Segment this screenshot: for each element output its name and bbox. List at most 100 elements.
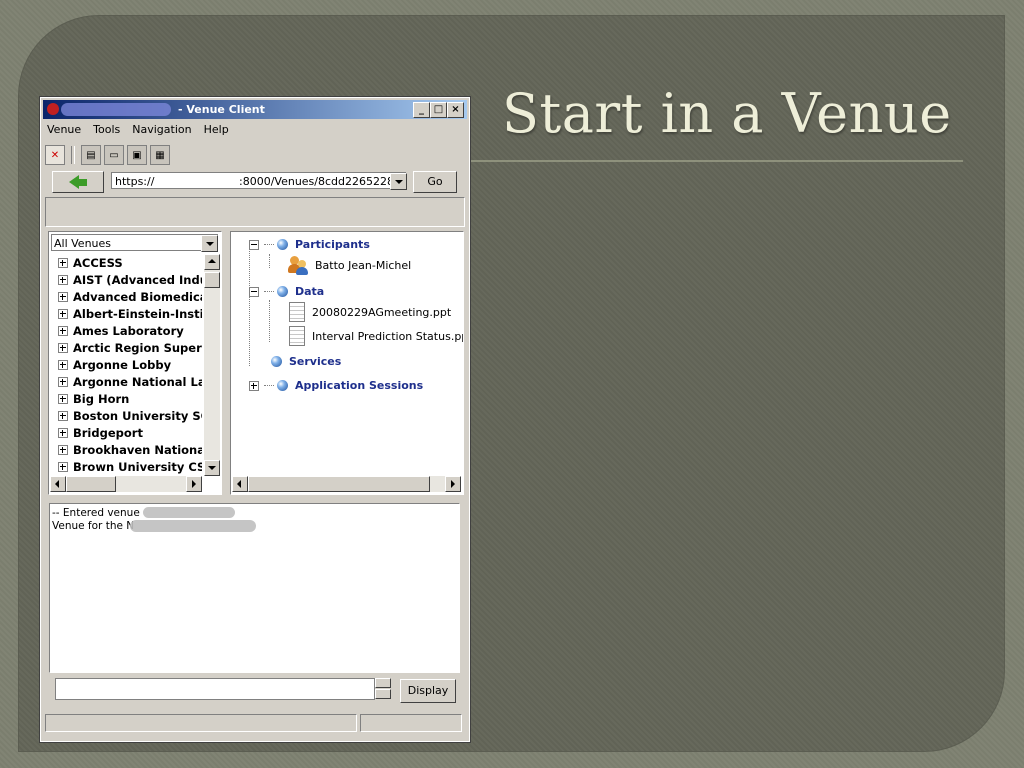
menu-navigation[interactable]: Navigation <box>132 123 191 141</box>
tree-hscroll[interactable] <box>232 476 461 492</box>
exit-venue-icon[interactable]: ✕ <box>45 145 65 165</box>
venue-name: ACCESS <box>73 255 123 270</box>
redacted-text <box>143 507 235 518</box>
minimize-button[interactable]: _ <box>413 102 430 118</box>
category-label: Application Sessions <box>295 379 424 392</box>
list-item[interactable]: Ames Laboratory <box>52 322 202 339</box>
tree-line <box>249 246 250 366</box>
back-button[interactable] <box>52 171 104 193</box>
venue-name: Brown University CS <box>73 459 202 474</box>
display-button[interactable]: Display <box>400 679 456 703</box>
toolbar: ✕ ▤ ▭ ▣ ▦ <box>45 144 170 166</box>
venue-list-hscroll[interactable] <box>50 476 202 492</box>
log-line: Venue for the N <box>52 520 135 532</box>
expand-icon[interactable] <box>58 274 68 285</box>
scroll-left-button[interactable] <box>232 476 248 492</box>
menu-venue[interactable]: Venue <box>47 123 81 141</box>
list-item[interactable]: Argonne National Lab <box>52 373 202 390</box>
venue-filter-dropdown[interactable] <box>201 235 218 252</box>
url-dropdown-button[interactable] <box>390 173 407 190</box>
venue-name: Argonne National Lab <box>73 374 202 389</box>
expand-icon[interactable] <box>58 359 68 370</box>
collapse-icon[interactable] <box>249 239 259 250</box>
app-icon <box>47 103 59 115</box>
scroll-thumb[interactable] <box>204 272 220 288</box>
expand-icon[interactable] <box>58 376 68 387</box>
venue-name: Ames Laboratory <box>73 323 184 338</box>
list-item[interactable]: Brown University CS <box>52 458 202 474</box>
url-prefix: https:// <box>115 175 155 188</box>
expand-icon[interactable] <box>58 308 68 319</box>
expand-icon[interactable] <box>58 444 68 455</box>
hscroll-thumb[interactable] <box>248 476 430 492</box>
spin-up[interactable] <box>375 678 391 688</box>
venue-client-window: - Venue Client _ □ × Venue Tools Navigat… <box>39 96 471 743</box>
participant-name: Batto Jean-Michel <box>315 258 412 272</box>
expand-icon[interactable] <box>58 257 68 268</box>
status-bar <box>45 714 463 732</box>
participant-icon <box>287 255 309 275</box>
window-titlebar[interactable]: - Venue Client _ □ × <box>43 100 467 119</box>
expand-icon[interactable] <box>58 461 68 472</box>
venue-filter-select[interactable]: All Venues <box>51 234 218 251</box>
list-item[interactable]: Argonne Lobby <box>52 356 202 373</box>
scroll-right-button[interactable] <box>445 476 461 492</box>
tree-node-application-sessions[interactable]: Application Sessions <box>243 379 423 392</box>
url-suffix: :8000/Venues/8cdd22652288 <box>239 175 401 188</box>
venue-name: Big Horn <box>73 391 130 406</box>
list-item[interactable]: Big Horn <box>52 390 202 407</box>
venue-name: Arctic Region Superc <box>73 340 202 355</box>
list-item[interactable]: Brookhaven National <box>52 441 202 458</box>
expand-icon[interactable] <box>58 427 68 438</box>
scroll-left-button[interactable] <box>50 476 66 492</box>
venue-url-field[interactable]: https:// :8000/Venues/8cdd22652288 <box>111 172 406 189</box>
expand-icon[interactable] <box>58 325 68 336</box>
venue-list: ACCESS AIST (Advanced Indu Advanced Biom… <box>52 254 202 474</box>
tree-line <box>269 254 270 268</box>
participant-item[interactable]: Batto Jean-Michel <box>287 255 411 275</box>
tree-node-services[interactable]: Services <box>271 355 341 368</box>
expand-icon[interactable] <box>58 393 68 404</box>
close-button[interactable]: × <box>447 102 464 118</box>
node-service-icon[interactable]: ▣ <box>127 145 147 165</box>
scroll-up-button[interactable] <box>204 254 220 270</box>
list-item[interactable]: Boston University SC <box>52 407 202 424</box>
category-icon <box>271 356 282 367</box>
expand-icon[interactable] <box>58 410 68 421</box>
tree-line <box>269 300 270 342</box>
chat-input[interactable] <box>55 678 375 700</box>
list-item[interactable]: Advanced Biomedica <box>52 288 202 305</box>
window-title: - Venue Client <box>178 103 265 116</box>
list-view-icon[interactable]: ▤ <box>81 145 101 165</box>
list-item[interactable]: Arctic Region Superc <box>52 339 202 356</box>
data-item[interactable]: 20080229AGmeeting.ppt <box>289 302 451 322</box>
list-item[interactable]: ACCESS <box>52 254 202 271</box>
status-field <box>45 714 357 732</box>
tree-node-data[interactable]: Data <box>243 285 324 298</box>
hscroll-thumb[interactable] <box>66 476 116 492</box>
title-underline <box>470 160 963 162</box>
maximize-button[interactable]: □ <box>430 102 447 118</box>
venue-name: Boston University SC <box>73 408 202 423</box>
menu-tools[interactable]: Tools <box>93 123 120 141</box>
go-button[interactable]: Go <box>413 171 457 193</box>
chat-spinner[interactable] <box>375 678 391 699</box>
venue-list-vscroll[interactable] <box>204 254 220 476</box>
spin-down[interactable] <box>375 689 391 699</box>
network-icon[interactable]: ▦ <box>150 145 170 165</box>
status-field <box>360 714 462 732</box>
scroll-right-button[interactable] <box>186 476 202 492</box>
list-item[interactable]: AIST (Advanced Indu <box>52 271 202 288</box>
expand-icon[interactable] <box>58 291 68 302</box>
menu-help[interactable]: Help <box>204 123 229 141</box>
data-item[interactable]: Interval Prediction Status.ppt <box>289 326 463 346</box>
tree-node-participants[interactable]: Participants <box>243 238 370 251</box>
list-item[interactable]: Bridgeport <box>52 424 202 441</box>
event-log: -- Entered venue Venue for the N <box>49 503 460 673</box>
expand-icon[interactable] <box>58 342 68 353</box>
collapse-icon[interactable] <box>249 286 259 297</box>
list-item[interactable]: Albert-Einstein-Instit <box>52 305 202 322</box>
scroll-down-button[interactable] <box>204 460 220 476</box>
expand-icon[interactable] <box>249 380 259 391</box>
monitor-icon[interactable]: ▭ <box>104 145 124 165</box>
